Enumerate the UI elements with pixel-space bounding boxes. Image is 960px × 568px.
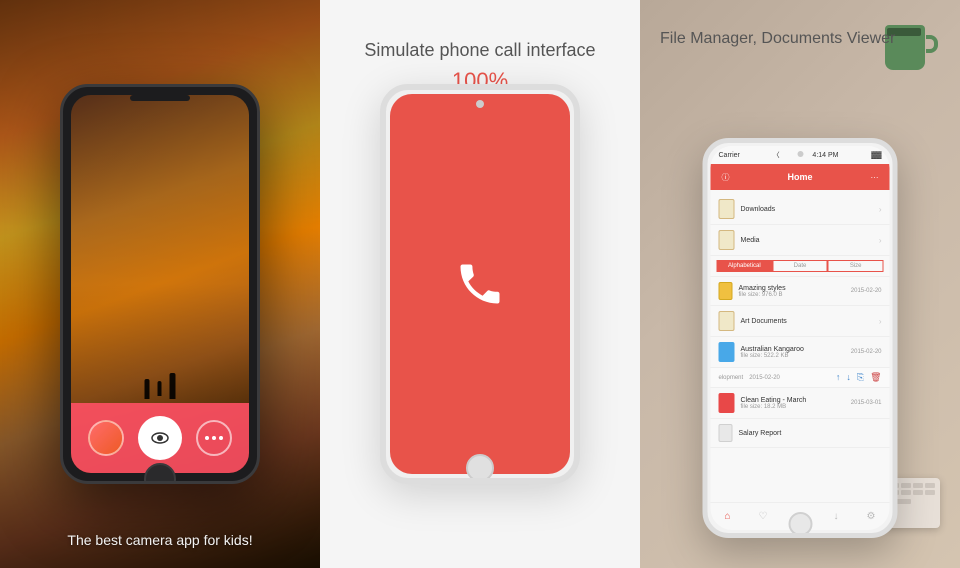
folder-media-label: Media [741, 237, 760, 244]
panel-phone-call: Simulate phone call interface 100% [320, 0, 640, 568]
bottom-heart-icon[interactable]: ♡ [759, 511, 768, 522]
file-date-2: 2015-02-20 [851, 349, 882, 355]
camera-shutter[interactable] [138, 416, 182, 460]
share-icon[interactable]: ⎘ [857, 372, 864, 383]
file-amazing-styles[interactable]: Amazing styles file size: 976.0 B 2015-0… [711, 277, 890, 306]
folder-downloads[interactable]: Downloads › [711, 194, 890, 225]
phone-frame-filemanager: Carrier 〈 4:14 PM ▓▓ ⓘ Home ··· Download… [703, 138, 898, 538]
phone-screen-filemanager: Carrier 〈 4:14 PM ▓▓ ⓘ Home ··· Download… [711, 146, 890, 530]
panel1-caption: The best camera app for kids! [0, 532, 320, 548]
folder-arrow-media: › [879, 236, 882, 245]
file-date-1: 2015-02-20 [851, 288, 882, 294]
phone-screen-camera [71, 95, 249, 473]
folder-media[interactable]: Media › [711, 225, 890, 256]
folder-downloads-label: Downloads [741, 206, 776, 213]
action-date: elopment [719, 375, 744, 381]
avatar-thumbnail [88, 420, 124, 456]
nav-title: Home [787, 172, 812, 182]
nav-bar: ⓘ Home ··· [711, 164, 890, 190]
mug-handle [926, 35, 938, 53]
phone-screen-call [390, 94, 570, 474]
more-nav-icon[interactable]: ··· [867, 170, 881, 184]
sort-bar: Alphabetical Date Size [711, 256, 890, 277]
file-date-3: 2015-03-01 [851, 400, 882, 406]
folder-art-documents[interactable]: Art Documents › [711, 306, 890, 337]
file-icon-doc1 [719, 282, 733, 300]
phone-frame-call [380, 84, 580, 484]
file-icon-pdf1 [719, 393, 735, 413]
panel-camera: The best camera app for kids! [0, 0, 320, 568]
file-meta-3: file size: 18.2 MB [741, 404, 807, 410]
file-name-4: Salary Report [739, 430, 782, 437]
file-icon-img1 [719, 342, 735, 362]
folder-icon-media [719, 230, 735, 250]
info-icon[interactable]: ⓘ [719, 170, 733, 184]
folder-icon-downloads [719, 199, 735, 219]
sort-size[interactable]: Size [828, 260, 884, 272]
bottom-home-icon[interactable]: ⌂ [725, 511, 731, 522]
folder-art-arrow: › [879, 317, 882, 326]
panel3-title: File Manager, Documents Viewer [660, 30, 895, 48]
phone-notch-filemanager [797, 151, 803, 157]
wifi-icon: 〈 [773, 150, 780, 160]
folder-arrow-downloads: › [879, 205, 882, 214]
folder-art-label: Art Documents [741, 318, 787, 325]
panel2-title: Simulate phone call interface [320, 40, 640, 61]
folder-list: Downloads › Media › Alpha [711, 190, 890, 452]
sort-alphabetical[interactable]: Alphabetical [717, 260, 773, 272]
download-icon[interactable]: ↓ [846, 372, 851, 383]
time-label: 4:14 PM [812, 152, 838, 159]
file-meta-2: file size: 522.2 KB [741, 353, 804, 359]
folder-icon-art [719, 311, 735, 331]
file-name-2: Australian Kangaroo [741, 346, 804, 353]
action-row: elopment 2015-02-20 ↑ ↓ ⎘ 🗑 [711, 368, 890, 388]
file-name-1: Amazing styles [739, 285, 786, 292]
phone-frame-camera [60, 84, 260, 484]
file-australian-kangaroo[interactable]: Australian Kangaroo file size: 522.2 KB … [711, 337, 890, 368]
upload-icon[interactable]: ↑ [836, 372, 841, 383]
file-icon-doc2 [719, 424, 733, 442]
bottom-settings-icon[interactable]: ⚙ [867, 511, 876, 522]
file-clean-eating[interactable]: Clean Eating - March file size: 18.2 MB … [711, 388, 890, 419]
file-name-3: Clean Eating - March [741, 397, 807, 404]
battery-icon: ▓▓ [871, 152, 881, 159]
phone-handset-icon [454, 258, 506, 310]
phone-notch-camera [130, 95, 190, 101]
file-salary-report[interactable]: Salary Report [711, 419, 890, 448]
action-date2: 2015-02-20 [749, 375, 780, 381]
more-options[interactable] [196, 420, 232, 456]
file-meta-1: file size: 976.0 B [739, 292, 786, 298]
phone-home-button-filemanager[interactable] [788, 512, 812, 536]
bottom-download-icon[interactable]: ↓ [834, 511, 839, 522]
sort-date[interactable]: Date [772, 260, 828, 272]
phone-notch-call [476, 100, 484, 108]
panel-file-manager: File Manager, Documents Viewer Carrier 〈… [640, 0, 960, 568]
phone-home-button-call[interactable] [466, 454, 494, 482]
carrier-label: Carrier [719, 152, 740, 159]
delete-icon[interactable]: 🗑 [870, 372, 881, 383]
